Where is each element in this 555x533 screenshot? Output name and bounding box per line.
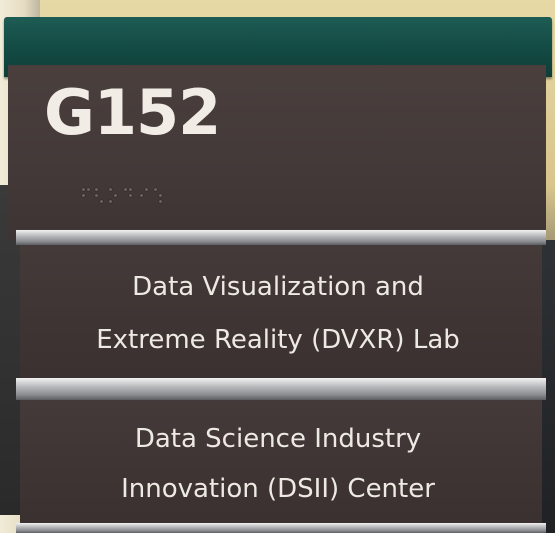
lab-name-line-2: Extreme Reality (DVXR) Lab [96, 325, 460, 355]
room-number: G152 [44, 76, 221, 149]
divider-rail [16, 378, 546, 400]
center-name-line-2: Innovation (DSII) Center [121, 474, 435, 504]
braille-dots [82, 186, 172, 204]
lab-name-line-1: Data Visualization and [132, 272, 424, 302]
bottom-rail [16, 523, 546, 533]
lab-name-panel [20, 245, 542, 378]
room-sign: G152 Data Visualization and Extreme Real… [4, 10, 552, 533]
center-name-line-1: Data Science Industry [134, 424, 422, 454]
center-name-panel [20, 400, 542, 523]
divider-rail [16, 230, 546, 245]
